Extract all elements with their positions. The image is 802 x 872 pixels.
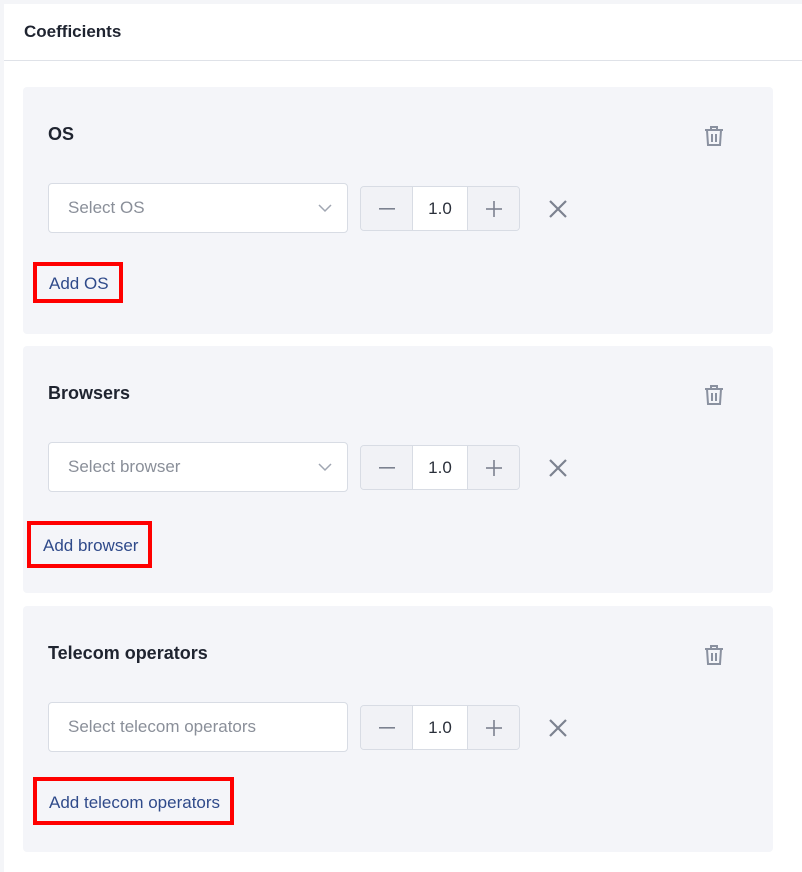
os-select[interactable]: Select OS [48,183,348,233]
browser-decrement-button[interactable] [361,446,412,489]
os-title: OS [48,124,75,144]
telecom-operators-title: Telecom operators [48,643,208,663]
close-icon [549,459,567,477]
browser-increment-button[interactable] [468,446,519,489]
plus-icon [485,719,502,736]
os-increment-button[interactable] [468,187,519,230]
os-select-placeholder: Select OS [68,198,145,217]
delete-browsers-button[interactable] [701,382,727,408]
telecom-coefficient-stepper: 1.0 [360,705,520,750]
os-coefficient-stepper: 1.0 [360,186,520,231]
remove-browser-row-button[interactable] [547,457,569,479]
telecom-increment-button[interactable] [468,706,519,749]
trash-icon [705,645,723,665]
plus-icon [485,459,502,476]
panel-title: Coefficients [24,22,122,41]
coefficients-panel: Coefficients OS Select OS 1.0 Add OS Bro… [4,4,802,872]
trash-icon [705,385,723,405]
browser-coefficient-value[interactable]: 1.0 [412,446,468,489]
os-card: OS Select OS 1.0 Add OS [23,87,773,334]
close-icon [549,200,567,218]
os-coefficient-value[interactable]: 1.0 [412,187,468,230]
close-icon [549,719,567,737]
delete-os-button[interactable] [701,123,727,149]
browser-select-placeholder: Select browser [68,457,181,476]
telecom-decrement-button[interactable] [361,706,412,749]
browsers-title: Browsers [48,383,131,403]
browsers-card: Browsers Select browser 1.0 Add browser [23,346,773,593]
remove-telecom-row-button[interactable] [547,717,569,739]
minus-icon [378,466,395,469]
minus-icon [378,207,395,210]
trash-icon [705,126,723,146]
remove-os-row-button[interactable] [547,198,569,220]
minus-icon [378,726,395,729]
telecom-operators-card: Telecom operators Select telecom operato… [23,606,773,852]
browser-select[interactable]: Select browser [48,442,348,492]
delete-telecom-operators-button[interactable] [701,642,727,668]
telecom-operators-select-placeholder: Select telecom operators [68,717,257,736]
browser-coefficient-stepper: 1.0 [360,445,520,490]
telecom-coefficient-value[interactable]: 1.0 [412,706,468,749]
os-decrement-button[interactable] [361,187,412,230]
chevron-down-icon [318,204,332,213]
add-os-link[interactable]: Add OS [33,262,123,303]
chevron-down-icon [318,463,332,472]
add-browser-link[interactable]: Add browser [27,521,153,568]
telecom-operators-select[interactable]: Select telecom operators [48,702,348,752]
plus-icon [485,200,502,217]
add-telecom-operators-link[interactable]: Add telecom operators [33,777,235,825]
panel-header: Coefficients [4,4,802,61]
